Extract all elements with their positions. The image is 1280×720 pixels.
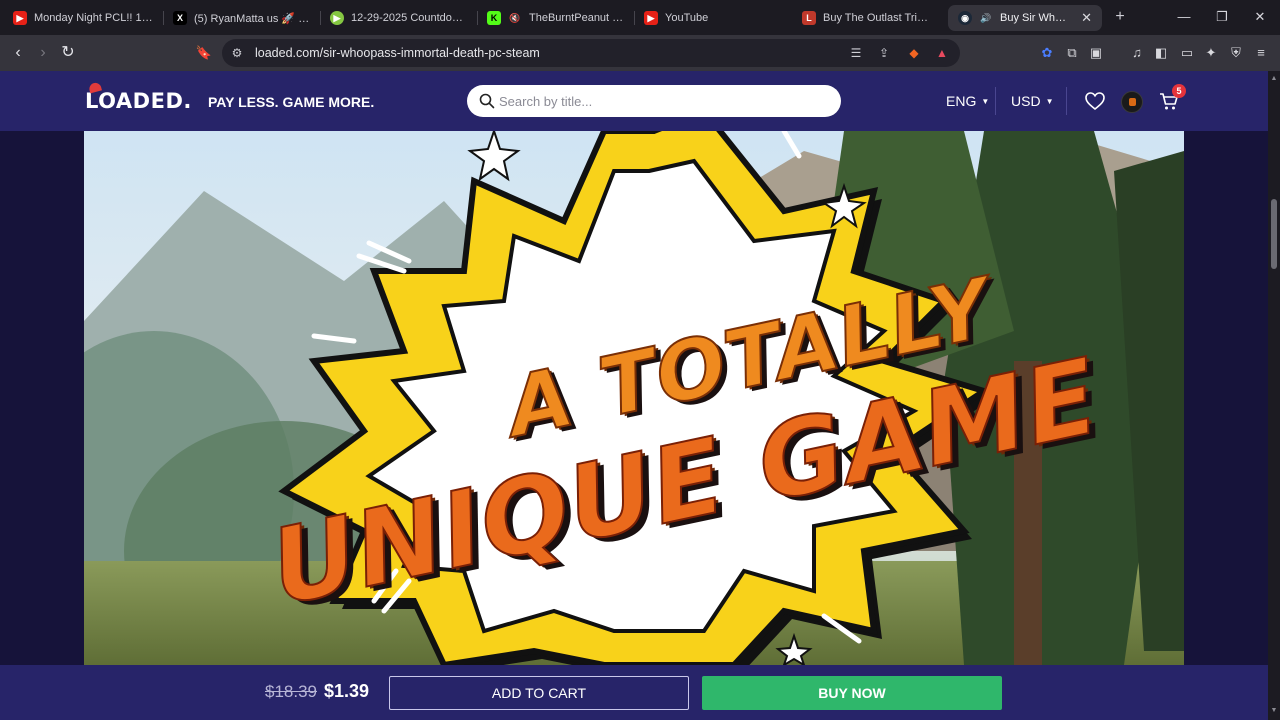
kick-icon: K (487, 11, 501, 25)
tab-title: Monday Night PCL!! 12.29 (34, 12, 153, 24)
new-tab-icon[interactable]: + (1110, 6, 1130, 28)
add-to-cart-button[interactable]: ADD TO CART (389, 676, 689, 710)
logo-text: LOADED. (85, 89, 192, 113)
leo-ai-icon[interactable]: ✦ (1202, 44, 1220, 62)
browser-tab-strip: ▶ Monday Night PCL!! 12.29 X (5) RyanMat… (0, 0, 1280, 35)
site-logo[interactable]: LOADED. (85, 81, 192, 113)
x-icon: X (173, 11, 187, 25)
menu-icon[interactable]: ≡ (1252, 44, 1270, 62)
currency-value: USD (1011, 93, 1041, 109)
tab-title: YouTube (665, 12, 709, 24)
language-value: ENG (946, 93, 977, 109)
extension-icon[interactable]: ✿ (1038, 44, 1056, 62)
wallet-icon[interactable]: ▭ (1178, 44, 1196, 62)
music-icon[interactable]: ♫ (1128, 44, 1146, 62)
browser-tab[interactable]: X (5) RyanMatta us 🚀 (@Ry (163, 5, 320, 31)
brave-rewards-icon[interactable]: ▲ (933, 44, 951, 62)
sidebar-icon[interactable]: ◧ (1152, 44, 1170, 62)
search-icon (479, 93, 495, 109)
chevron-down-icon: ▼ (1045, 96, 1054, 106)
address-bar[interactable]: ⚙ loaded.com/sir-whoopass-immortal-death… (222, 39, 960, 67)
youtube-icon: ▶ (13, 11, 27, 25)
screenshot-icon[interactable]: ▣ (1087, 44, 1105, 62)
site-header: LOADED. PAY LESS. GAME MORE. ENG ▼ USD ▼… (0, 71, 1268, 131)
restore-icon[interactable]: ❐ (1210, 6, 1234, 28)
buy-now-button[interactable]: BUY NOW (702, 676, 1002, 710)
wishlist-heart-icon[interactable] (1084, 90, 1106, 112)
reader-mode-icon[interactable]: ☰ (847, 44, 865, 62)
back-icon[interactable]: ‹ (6, 41, 30, 65)
minimize-icon[interactable]: — (1172, 6, 1196, 28)
browser-tab[interactable]: K 🔇 TheBurntPeanut Stream (477, 5, 634, 31)
browser-tab[interactable]: ▶ YouTube (634, 5, 784, 31)
muted-speaker-icon[interactable]: 🔇 (508, 11, 522, 25)
speaker-icon[interactable]: 🔊 (979, 11, 993, 25)
divider (995, 87, 996, 115)
steam-icon: ◉ (958, 11, 972, 25)
currency-selector[interactable]: USD ▼ (1011, 93, 1053, 109)
tab-title: 12-29-2025 Countdown To (351, 12, 467, 24)
language-selector[interactable]: ENG ▼ (946, 93, 989, 109)
browser-toolbar: ‹ › ↻ 🔖 ⚙ loaded.com/sir-whoopass-immort… (0, 35, 1280, 71)
tagline: PAY LESS. GAME MORE. (208, 94, 375, 110)
reload-icon[interactable]: ↻ (56, 41, 80, 65)
scroll-up-icon[interactable]: ▲ (1270, 75, 1278, 83)
browser-tab[interactable]: ▶ 12-29-2025 Countdown To (320, 5, 477, 31)
search-box[interactable] (467, 85, 841, 117)
close-tab-icon[interactable]: ✕ (1075, 10, 1092, 26)
product-hero-media[interactable]: A TOTALLY UNIQUE GAME (84, 131, 1184, 665)
page-scrollbar[interactable]: ▲ ▼ (1268, 71, 1280, 720)
forward-icon[interactable]: › (31, 41, 55, 65)
browser-tab[interactable]: ▶ Monday Night PCL!! 12.29 (3, 5, 163, 31)
divider (1066, 87, 1067, 115)
extensions-puzzle-icon[interactable]: ⧉ (1063, 44, 1081, 62)
loaded-icon: L (802, 11, 816, 25)
original-price: $18.39 (265, 682, 317, 701)
scroll-thumb[interactable] (1271, 199, 1277, 269)
vpn-icon[interactable]: ⛨ (1227, 44, 1245, 62)
chevron-down-icon: ▼ (981, 96, 990, 106)
rumble-icon: ▶ (330, 11, 344, 25)
purchase-bar: $18.39 $1.39 ADD TO CART BUY NOW (0, 665, 1268, 720)
youtube-icon: ▶ (644, 11, 658, 25)
tab-title: Buy The Outlast Trials Stand (823, 12, 932, 24)
window-close-icon[interactable]: ✕ (1248, 6, 1272, 28)
cart-count-badge: 5 (1172, 84, 1186, 98)
tab-title: (5) RyanMatta us 🚀 (@Ry (194, 12, 310, 25)
tab-title: Buy Sir Whoopass (1000, 12, 1068, 24)
brave-shields-icon[interactable]: ◆ (905, 44, 923, 62)
sale-price: $1.39 (324, 681, 370, 701)
browser-tab[interactable]: L Buy The Outlast Trials Stand (792, 5, 942, 31)
url-text[interactable]: loaded.com/sir-whoopass-immortal-death-p… (255, 46, 540, 60)
browser-tab-active[interactable]: ◉ 🔊 Buy Sir Whoopass ✕ (948, 5, 1102, 31)
bookmark-icon[interactable]: 🔖 (192, 41, 216, 65)
share-icon[interactable]: ⇪ (875, 44, 893, 62)
site-info-icon[interactable]: ⚙ (228, 44, 246, 62)
user-avatar[interactable] (1121, 91, 1143, 113)
tab-title: TheBurntPeanut Stream (529, 12, 624, 24)
scroll-down-icon[interactable]: ▼ (1270, 707, 1278, 715)
search-input[interactable] (499, 91, 819, 111)
